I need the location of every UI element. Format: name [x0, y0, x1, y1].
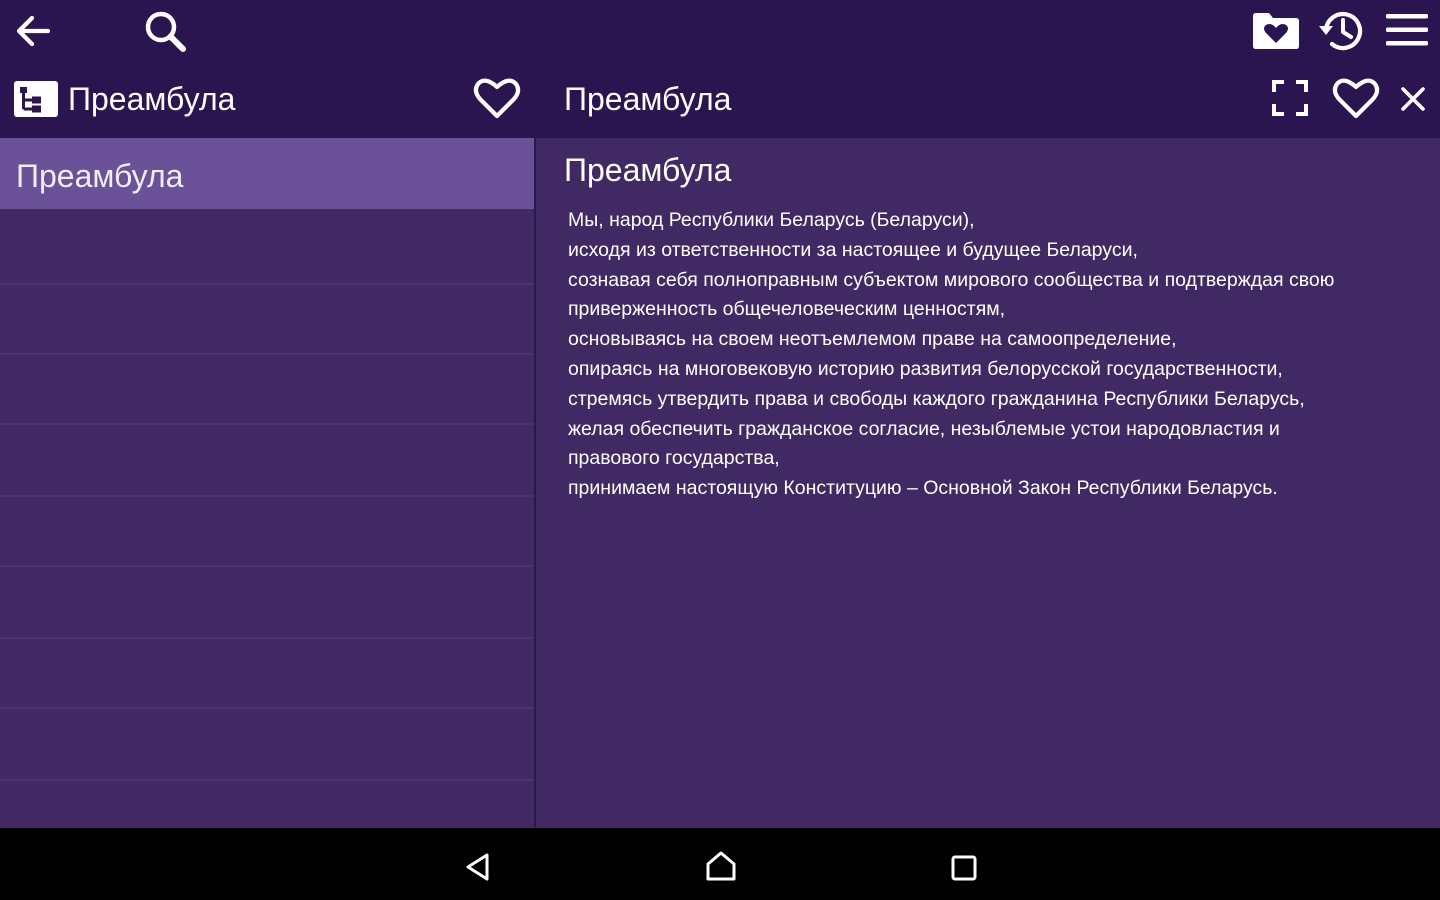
empty-row	[0, 214, 534, 285]
content-line: принимаем настоящую Конституцию – Основн…	[568, 477, 1278, 500]
content-line: исходя из ответственности за настоящее и…	[568, 238, 1138, 261]
content-line: правового государства,	[568, 447, 780, 470]
content-line: стремясь утвердить права и свободы каждо…	[568, 387, 1305, 410]
content-line: приверженность общечеловеческим ценностя…	[568, 298, 1006, 321]
content-line: основываясь на своем неотъемлемом праве …	[568, 328, 1177, 351]
content-heading: Преамбула	[564, 152, 732, 188]
close-icon[interactable]	[1399, 85, 1427, 113]
nav-recents-icon[interactable]	[950, 854, 978, 882]
content-panel: Преамбула Мы, народ Республики Беларусь …	[536, 138, 1440, 828]
section-list: Преамбула	[0, 138, 534, 828]
content-text: Мы, народ Республики Беларусь (Беларуси)…	[568, 206, 1434, 504]
content-line: опираясь на многовековую историю развити…	[568, 357, 1283, 380]
content-line: сознавая себя полноправным субъектом мир…	[568, 268, 1335, 291]
tree-structure-icon[interactable]	[12, 78, 60, 120]
app-window: Преамбула Преамбула Преамбула Преамбула …	[0, 0, 1440, 900]
list-item-label: Преамбула	[16, 158, 184, 194]
list-item[interactable]: Преамбула	[0, 138, 534, 209]
fullscreen-icon[interactable]	[1271, 79, 1309, 117]
search-icon[interactable]	[142, 8, 188, 54]
empty-row	[0, 426, 534, 497]
system-nav-bar	[0, 828, 1440, 900]
content-line: Мы, народ Республики Беларусь (Беларуси)…	[568, 209, 975, 231]
nav-back-icon[interactable]	[463, 852, 493, 882]
top-app-bar: Преамбула Преамбула	[0, 0, 1440, 138]
favorite-heart-icon[interactable]	[1331, 74, 1381, 122]
empty-row	[0, 284, 534, 355]
empty-row	[0, 496, 534, 567]
folder-heart-icon[interactable]	[1251, 10, 1301, 50]
empty-row	[0, 710, 534, 781]
empty-row	[0, 354, 534, 425]
back-arrow-icon[interactable]	[12, 10, 54, 52]
favorite-heart-icon[interactable]	[472, 74, 522, 122]
menu-icon[interactable]	[1384, 10, 1430, 50]
empty-row	[0, 568, 534, 639]
right-pane-title: Преамбула	[564, 81, 732, 117]
empty-row	[0, 638, 534, 709]
content-line: желая обеспечить гражданское согласие, н…	[568, 417, 1280, 440]
history-icon[interactable]	[1316, 6, 1366, 54]
nav-home-icon[interactable]	[704, 850, 738, 882]
left-pane-title: Преамбула	[68, 81, 236, 117]
